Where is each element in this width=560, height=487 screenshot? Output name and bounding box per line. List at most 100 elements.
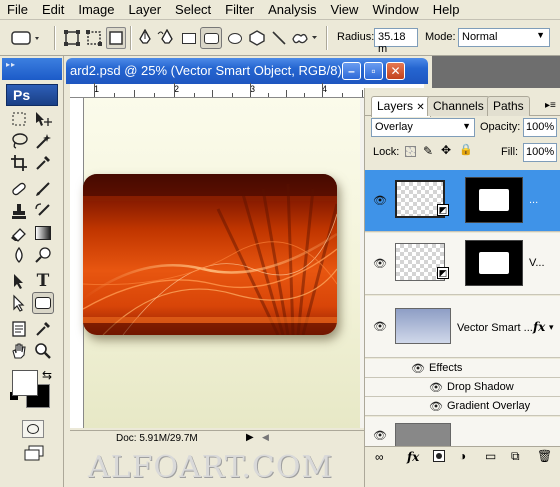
document-title-bar[interactable]: ard2.psd @ 25% (Vector Smart Object, RGB… [66,58,428,84]
type-tool-icon[interactable]: T [32,270,54,292]
layer-row[interactable]: 👁 ◩ ... [365,170,560,232]
rectangle-shape-icon[interactable] [180,27,198,49]
effect-row[interactable]: 👁 Gradient Overlay [365,397,560,416]
radius-input[interactable]: 35.18 m [374,28,418,55]
status-menu-arrow-icon[interactable]: ▶ [246,432,254,443]
direct-selection-icon[interactable] [8,292,30,314]
fx-badge[interactable]: fx [533,320,545,334]
mode-value: Normal [462,31,498,43]
tool-preset-picker[interactable] [8,27,44,49]
freeform-pen-icon[interactable] [156,27,178,49]
rounded-rectangle-shape-icon[interactable] [200,27,222,49]
mode-select[interactable]: Normal ▼ [458,28,550,47]
swap-colors-icon[interactable]: ⇆ [42,368,52,382]
lock-position-icon[interactable]: ✥ [441,143,451,157]
lock-all-icon[interactable]: 🔒 [459,143,473,156]
custom-shape-icon[interactable] [290,27,320,49]
menu-help[interactable]: Help [426,0,467,20]
new-layer-icon[interactable]: ⧉ [511,449,520,464]
polygon-shape-icon[interactable] [248,27,266,49]
fill-pixels-icon[interactable] [106,27,126,49]
lock-transparency-icon[interactable] [405,146,416,157]
effects-row[interactable]: 👁 Effects [365,359,560,378]
eye-icon[interactable]: 👁 [429,400,443,413]
new-group-icon[interactable]: ▭ [485,449,496,463]
effect-row[interactable]: 👁 Drop Shadow [365,378,560,397]
layer-row[interactable]: 👁 ◩ V... [365,233,560,295]
color-sampler-icon[interactable] [32,318,54,340]
menu-select[interactable]: Select [168,0,218,20]
panel-menu-icon[interactable]: ▸≡ [545,100,556,111]
maximize-button[interactable]: ▫ [364,62,383,80]
menu-file[interactable]: File [0,0,35,20]
tab-layers[interactable]: Layers ✕ [371,96,431,117]
foreground-color-swatch[interactable] [12,370,38,396]
eye-icon[interactable]: 👁 [411,362,425,375]
collapse-effects-icon[interactable]: ▾ [549,322,554,333]
eyedropper-tool-icon[interactable] [32,152,54,174]
tab-paths[interactable]: Paths [487,96,530,116]
blend-mode-select[interactable]: Overlay ▼ [371,118,475,137]
scroll-left-icon[interactable]: ◀ [262,432,269,443]
paths-mode-icon[interactable] [84,27,104,49]
ps-logo[interactable]: Ps [6,84,58,106]
crop-tool-icon[interactable] [8,152,30,174]
menu-analysis[interactable]: Analysis [261,0,323,20]
adjustment-layer-icon[interactable]: ◑ [459,449,466,463]
layer-row[interactable]: 👁 Vector Smart ... fx ▾ [365,296,560,358]
clone-stamp-icon[interactable] [8,200,30,222]
eye-icon[interactable]: 👁 [373,257,387,270]
menu-layer[interactable]: Layer [122,0,169,20]
layer-thumbnail [395,308,451,344]
add-mask-icon[interactable] [433,450,445,462]
delete-layer-icon[interactable]: 🗑 [537,449,552,463]
layer-mask-thumbnail[interactable] [465,240,523,286]
layer-mask-thumbnail[interactable] [465,177,523,223]
lasso-tool-icon[interactable] [8,130,30,152]
move-tool-icon[interactable] [32,108,54,130]
layer-row[interactable]: 👁 [365,417,560,447]
opacity-input[interactable]: 100% [523,118,557,137]
zoom-tool-icon[interactable] [32,340,54,362]
healing-brush-icon[interactable] [8,178,30,200]
quick-mask-button[interactable] [22,420,44,438]
status-bar: Doc: 5.91M/29.7M ▶ ◀ [70,430,368,447]
menu-image[interactable]: Image [71,0,121,20]
menu-filter[interactable]: Filter [218,0,261,20]
menu-view[interactable]: View [323,0,365,20]
notes-tool-icon[interactable] [8,318,30,340]
radius-label: Radius: [337,31,375,43]
dodge-tool-icon[interactable] [32,244,54,266]
eye-icon[interactable]: 👁 [429,381,443,394]
brush-tool-icon[interactable] [32,178,54,200]
minimize-button[interactable]: – [342,62,361,80]
layer-name: Vector Smart ... [457,322,533,334]
eye-icon[interactable]: 👁 [373,429,387,442]
lock-pixels-icon[interactable]: ✎ [423,144,433,158]
tab-channels[interactable]: Channels [427,96,490,116]
add-style-icon[interactable]: fx [407,450,419,464]
eye-icon[interactable]: 👁 [373,194,387,207]
eye-icon[interactable]: 👁 [373,320,387,333]
close-button[interactable]: ✕ [386,62,405,80]
close-tab-icon[interactable]: ✕ [416,102,424,113]
pen-tool-icon[interactable] [136,27,154,49]
eraser-tool-icon[interactable] [8,222,30,244]
line-shape-icon[interactable] [270,27,288,49]
rounded-rectangle-tool-icon[interactable] [32,292,54,314]
fill-input[interactable]: 100% [523,143,557,162]
blur-tool-icon[interactable] [8,244,30,266]
path-selection-icon[interactable] [8,270,30,292]
magic-wand-icon[interactable] [32,130,54,152]
menu-window[interactable]: Window [365,0,425,20]
marquee-tool-icon[interactable] [8,108,30,130]
link-layers-icon[interactable]: ∞ [375,450,384,464]
screen-mode-button[interactable] [22,444,46,464]
tools-panel-header[interactable]: ▸▸ [2,58,62,80]
menu-edit[interactable]: Edit [35,0,71,20]
gradient-tool-icon[interactable] [32,222,54,244]
history-brush-icon[interactable] [32,200,54,222]
hand-tool-icon[interactable] [8,340,30,362]
ellipse-shape-icon[interactable] [226,27,244,49]
shape-layers-icon[interactable] [62,27,82,49]
